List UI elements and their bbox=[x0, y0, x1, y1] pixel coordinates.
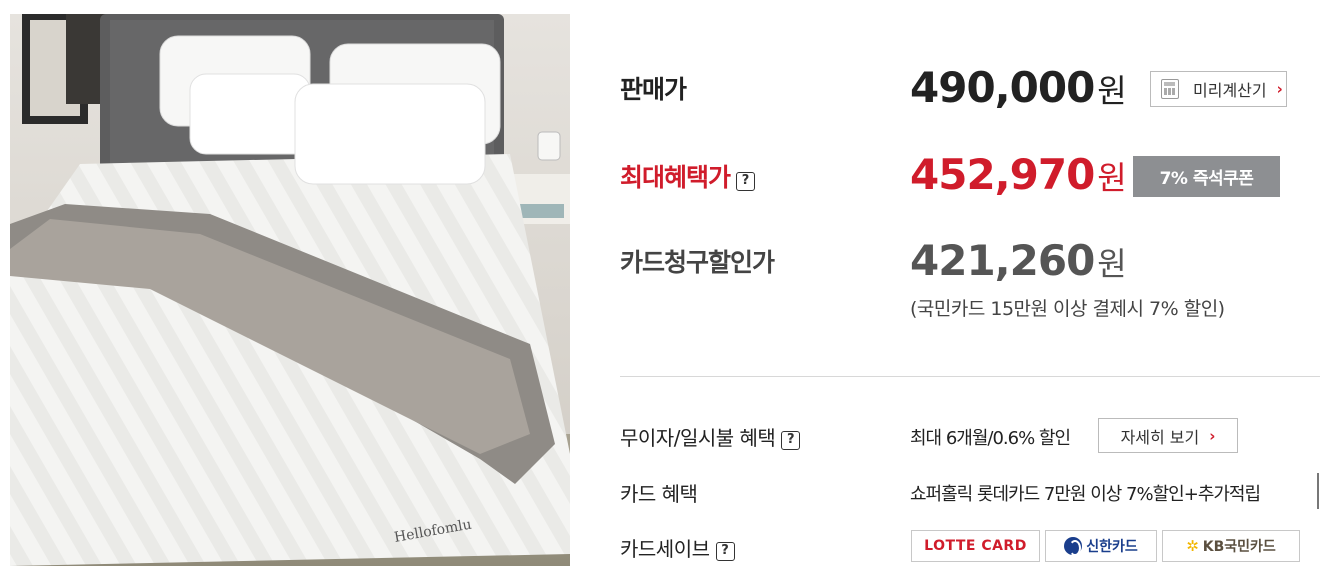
sale-price-amount: 490,000 bbox=[910, 63, 1095, 112]
card-save-label: 카드세이브? bbox=[620, 533, 735, 562]
calculator-icon bbox=[1161, 79, 1179, 99]
card-discount-note: (국민카드 15만원 이상 결제시 7% 할인) bbox=[910, 298, 1225, 320]
card-discount-price-amount: 421,260 bbox=[910, 236, 1095, 285]
product-image: Hellofomlu bbox=[10, 14, 570, 566]
detail-button[interactable]: 자세히 보기 › bbox=[1098, 418, 1238, 453]
card-discount-price: 421,260원 bbox=[910, 240, 1127, 283]
scroll-edge-indicator bbox=[1317, 473, 1319, 509]
chevron-right-icon: › bbox=[1276, 80, 1283, 98]
kb-card-name: KB국민카드 bbox=[1202, 539, 1276, 555]
card-save-label-text: 카드세이브 bbox=[620, 537, 710, 561]
calculator-button[interactable]: 미리계산기 › bbox=[1150, 71, 1287, 107]
sale-price-label: 판매가 bbox=[620, 75, 687, 104]
shinhan-logo-icon bbox=[1064, 537, 1083, 556]
max-benefit-label: 최대혜택가? bbox=[620, 158, 756, 194]
sale-price-currency: 원 bbox=[1097, 72, 1126, 110]
divider bbox=[620, 376, 1320, 377]
help-icon[interactable]: ? bbox=[736, 172, 756, 191]
card-discount-label: 카드청구할인가 bbox=[620, 248, 775, 277]
max-benefit-price: 452,970원 bbox=[910, 154, 1127, 197]
kb-star-icon: ✲ bbox=[1186, 537, 1199, 555]
lotte-card-logo[interactable]: LOTTE CARD bbox=[911, 530, 1040, 562]
max-benefit-price-amount: 452,970 bbox=[910, 150, 1095, 199]
shinhan-card-name: 신한카드 bbox=[1086, 539, 1138, 555]
detail-button-label: 자세히 보기 bbox=[1120, 427, 1200, 447]
installment-label-text: 무이자/일시불 혜택 bbox=[620, 426, 776, 450]
card-benefit-label: 카드 혜택 bbox=[620, 482, 698, 506]
chevron-right-icon: › bbox=[1209, 426, 1216, 445]
help-icon[interactable]: ? bbox=[781, 431, 801, 450]
kb-card-logo[interactable]: ✲ KB국민카드 bbox=[1162, 530, 1300, 562]
card-benefit-value: 쇼퍼홀릭 롯데카드 7만원 이상 7%할인+추가적립 bbox=[910, 484, 1261, 505]
max-benefit-price-currency: 원 bbox=[1097, 159, 1126, 197]
max-benefit-label-text: 최대혜택가 bbox=[620, 163, 731, 192]
sale-price: 490,000원 bbox=[910, 67, 1127, 110]
coupon-badge[interactable]: 7% 즉석쿠폰 bbox=[1133, 156, 1280, 197]
installment-value: 최대 6개월/0.6% 할인 bbox=[910, 428, 1071, 449]
installment-label: 무이자/일시불 혜택? bbox=[620, 422, 801, 451]
card-discount-price-currency: 원 bbox=[1097, 245, 1126, 283]
calculator-button-label: 미리계산기 bbox=[1193, 81, 1267, 100]
shinhan-card-logo[interactable]: 신한카드 bbox=[1045, 530, 1157, 562]
help-icon[interactable]: ? bbox=[715, 542, 735, 561]
